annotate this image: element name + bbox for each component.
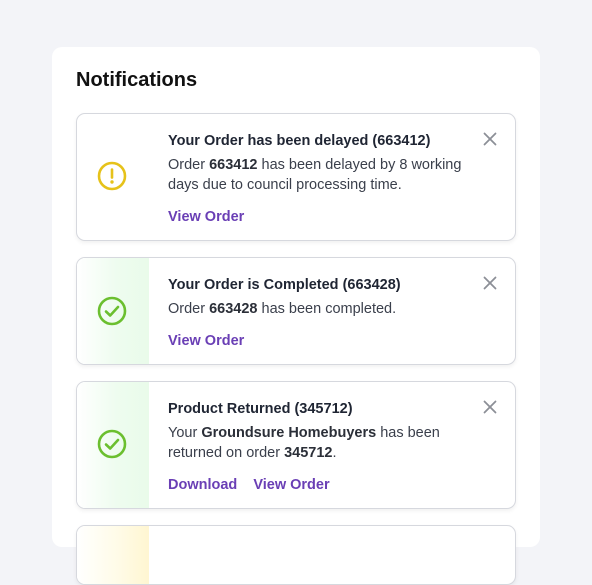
- notification-title: Your Order is Completed (663428): [168, 277, 401, 293]
- close-icon[interactable]: [483, 400, 497, 414]
- notification-card-partial: [76, 525, 516, 585]
- check-circle-icon: [97, 429, 127, 459]
- view-order-link[interactable]: View Order: [253, 477, 329, 493]
- notification-title: Your Order has been delayed (663412): [168, 133, 431, 149]
- notification-title: Product Returned (345712): [168, 401, 353, 417]
- notification-actions: View Order: [168, 207, 475, 227]
- notification-card-completed: Your Order is Completed (663428) Order 6…: [76, 257, 516, 365]
- view-order-link[interactable]: View Order: [168, 209, 244, 225]
- notification-card-delayed: Your Order has been delayed (663412) Ord…: [76, 113, 516, 241]
- close-icon[interactable]: [483, 276, 497, 290]
- download-link[interactable]: Download: [168, 477, 237, 493]
- notification-body: Your Groundsure Homebuyers has been retu…: [168, 425, 440, 461]
- check-circle-icon: [97, 296, 127, 326]
- close-icon[interactable]: [483, 132, 497, 146]
- notification-card-returned: Product Returned (345712) Your Groundsur…: [76, 381, 516, 509]
- view-order-link[interactable]: View Order: [168, 333, 244, 349]
- notification-body: Order 663428 has been completed.: [168, 301, 397, 317]
- notification-actions: Download View Order: [168, 475, 475, 495]
- notification-actions: View Order: [168, 331, 475, 351]
- status-strip: [77, 526, 149, 584]
- panel-title: Notifications: [76, 69, 198, 91]
- notifications-panel: Notifications Your Order has been delaye…: [52, 47, 540, 585]
- exclamation-circle-icon: [97, 161, 127, 191]
- notification-body: Order 663412 has been delayed by 8 worki…: [168, 157, 462, 193]
